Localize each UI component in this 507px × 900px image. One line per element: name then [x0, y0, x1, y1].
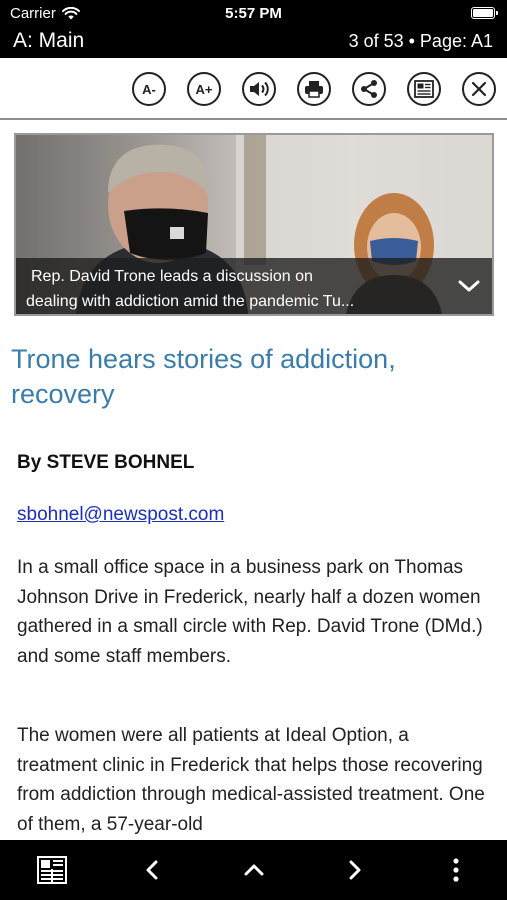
close-icon [471, 81, 487, 97]
page-info: 3 of 53 • Page: A1 [348, 31, 493, 51]
battery-icon [471, 7, 498, 19]
chevron-left-icon [146, 860, 158, 880]
article-paragraph: In a small office space in a business pa… [17, 557, 483, 667]
chevron-down-icon[interactable] [456, 273, 482, 299]
caption-line: Rep. David Trone leads a discussion on [31, 268, 313, 285]
page-view-button[interactable] [407, 72, 441, 106]
share-button[interactable] [352, 72, 386, 106]
article-paragraph: The women were all patients at Ideal Opt… [17, 725, 485, 835]
article-toolbar: A- A+ [0, 58, 507, 120]
chevron-up-icon [244, 864, 264, 876]
article-photo[interactable]: Rep. David Trone leads a discussion on d… [14, 133, 494, 316]
chevron-right-icon [349, 860, 361, 880]
photo-caption[interactable]: Rep. David Trone leads a discussion on d… [16, 258, 492, 314]
print-icon [305, 81, 323, 98]
section-title[interactable]: A: Main [13, 29, 84, 53]
pages-icon [37, 856, 67, 884]
up-button[interactable] [232, 840, 276, 900]
speaker-icon [250, 81, 269, 97]
pages-button[interactable] [26, 840, 78, 900]
more-vertical-icon [453, 858, 459, 882]
caption-line: dealing with addiction amid the pandemic… [26, 293, 355, 310]
author-email-link[interactable]: sbohnel@newspost.com [17, 504, 224, 526]
byline: By STEVE BOHNEL [17, 452, 195, 473]
newspaper-icon [414, 80, 434, 98]
article-headline: Trone hears stories of addiction, recove… [11, 344, 396, 409]
previous-article-button[interactable] [130, 840, 174, 900]
caption-text: Rep. David Trone leads a discussion on d… [26, 264, 436, 314]
bottom-nav [0, 840, 507, 900]
close-button[interactable] [462, 72, 496, 106]
title-bar: A: Main 3 of 53 • Page: A1 [0, 28, 507, 58]
read-aloud-button[interactable] [242, 72, 276, 106]
font-decrease-button[interactable]: A- [132, 72, 166, 106]
font-increase-button[interactable]: A+ [187, 72, 221, 106]
share-icon [361, 80, 377, 98]
status-bar: Carrier 5:57 PM [0, 0, 507, 28]
more-button[interactable] [436, 840, 476, 900]
print-button[interactable] [297, 72, 331, 106]
status-time: 5:57 PM [225, 5, 282, 22]
next-article-button[interactable] [333, 840, 377, 900]
